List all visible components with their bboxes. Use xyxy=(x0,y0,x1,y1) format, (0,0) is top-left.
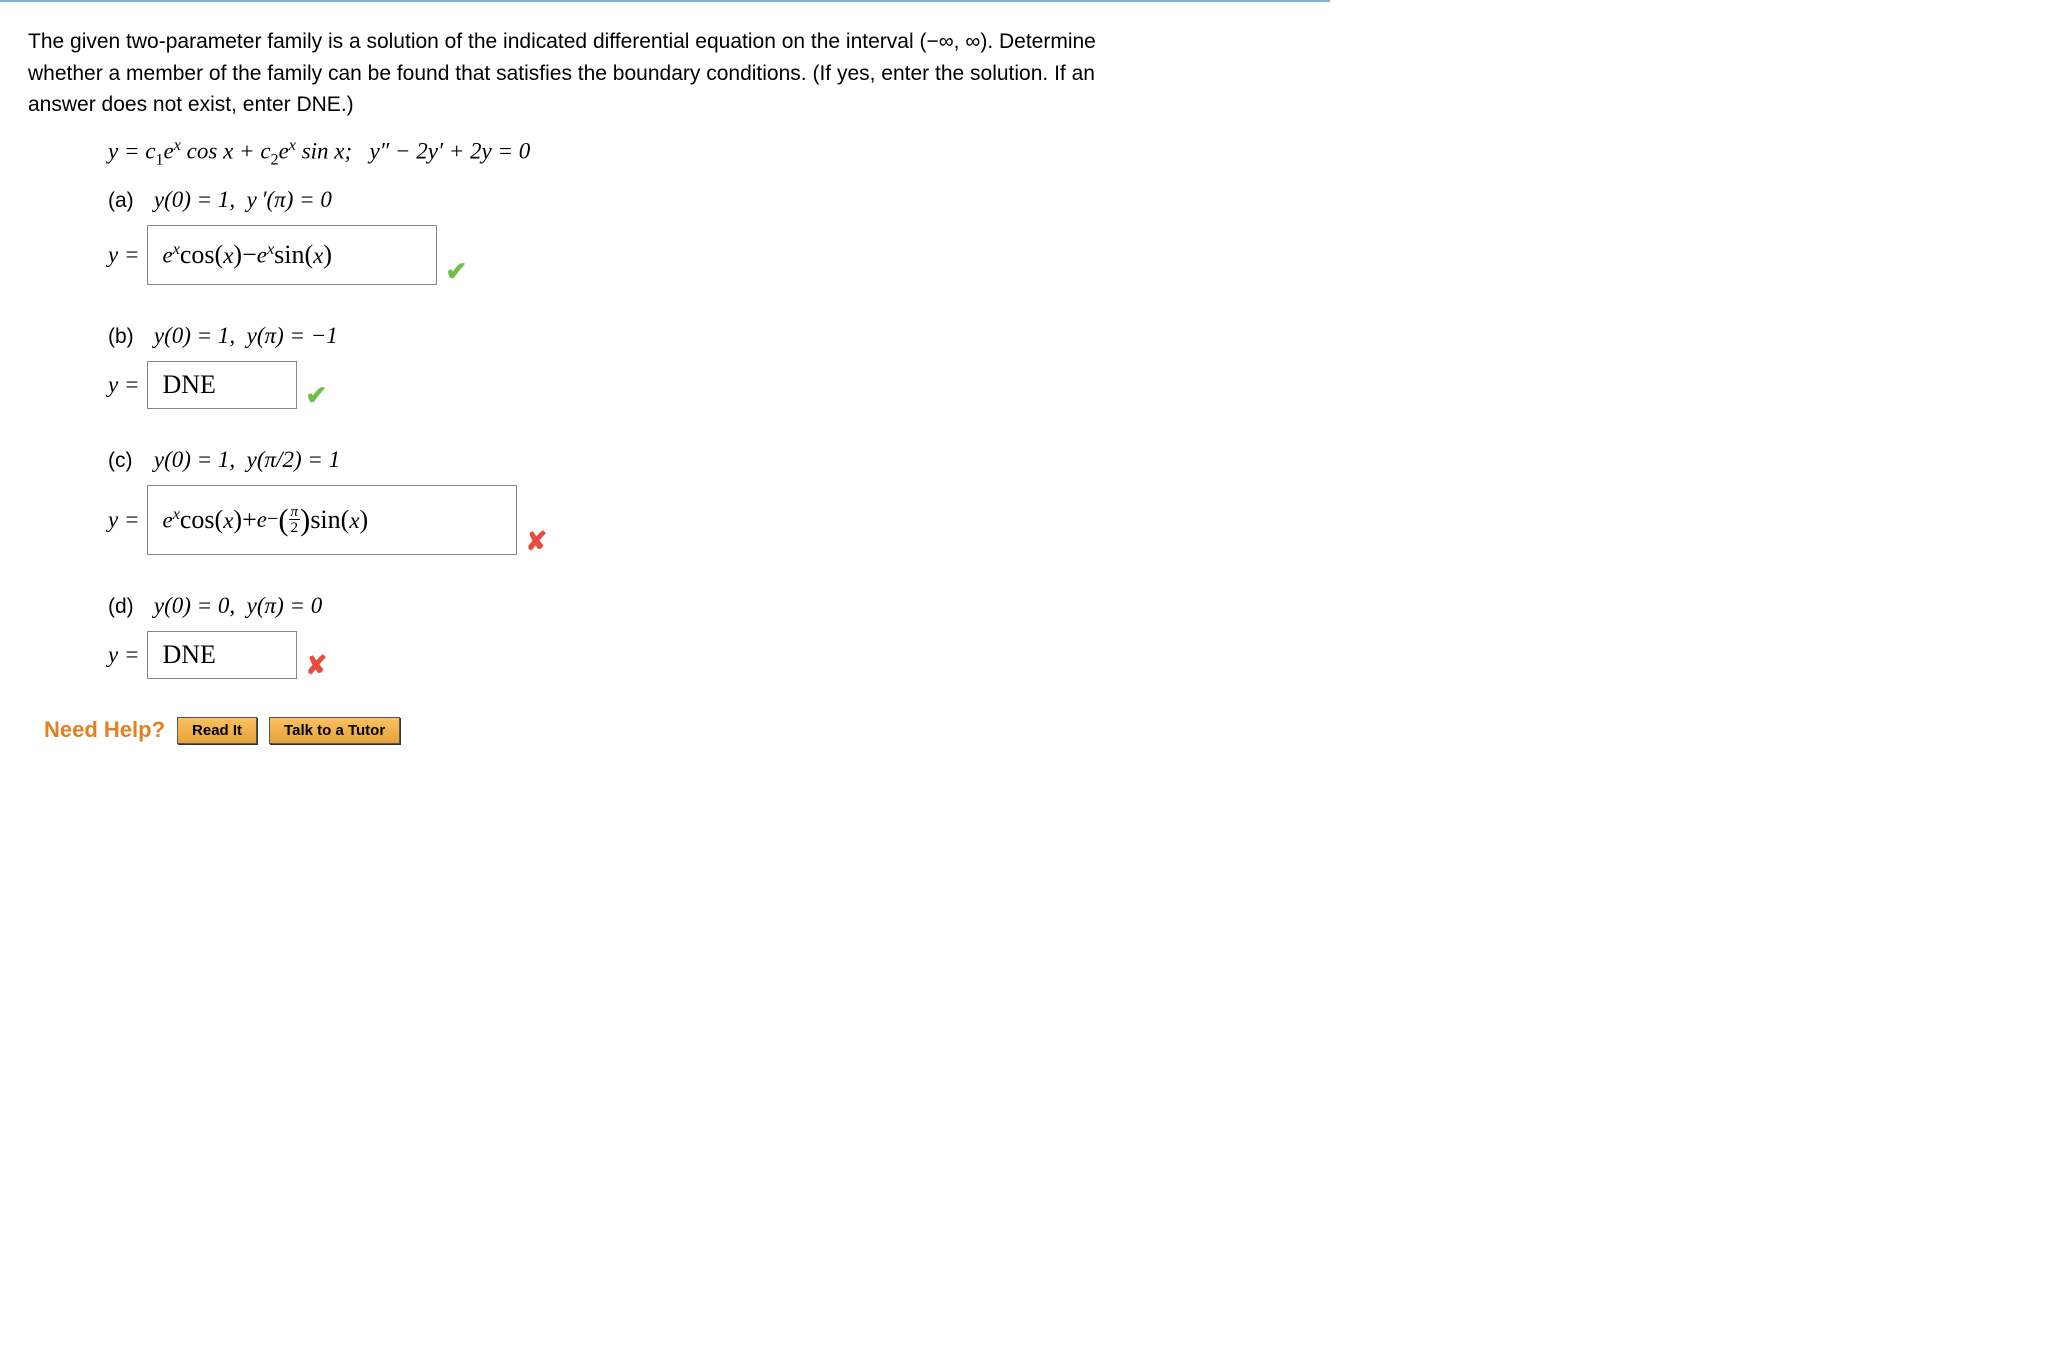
y-equals-a: y = xyxy=(108,242,139,268)
problem-container: The given two-parameter family is a solu… xyxy=(0,0,1330,768)
need-help-bar: Need Help? Read It Talk to a Tutor xyxy=(44,717,1302,744)
part-b: (b) y(0) = 1, y(π) = −1 y = DNE ✔ xyxy=(108,323,1302,409)
y-equals-c: y = xyxy=(108,507,139,533)
part-b-label: (b) xyxy=(108,325,148,349)
part-c: (c) y(0) = 1, y(π/2) = 1 y = excos(x) + … xyxy=(108,447,1302,555)
part-d-answer-line: y = DNE ✘ xyxy=(108,631,1302,679)
answer-input-c[interactable]: excos(x) + e−(π2)sin(x) xyxy=(147,485,517,555)
part-c-label: (c) xyxy=(108,449,148,473)
part-b-answer-line: y = DNE ✔ xyxy=(108,361,1302,409)
part-c-answer-line: y = excos(x) + e−(π2)sin(x) ✘ xyxy=(108,485,1302,555)
problem-text-line-2: whether a member of the family can be fo… xyxy=(28,62,1095,85)
part-a-conditions: y(0) = 1, y ′(π) = 0 xyxy=(154,187,332,212)
answer-input-b[interactable]: DNE xyxy=(147,361,297,409)
talk-to-tutor-button[interactable]: Talk to a Tutor xyxy=(269,717,400,744)
y-equals-d: y = xyxy=(108,642,139,668)
problem-statement: The given two-parameter family is a solu… xyxy=(28,26,1302,121)
part-a-answer-line: y = excos(x) − exsin(x) ✔ xyxy=(108,225,1302,285)
part-a-label: (a) xyxy=(108,189,148,213)
part-c-conditions: y(0) = 1, y(π/2) = 1 xyxy=(154,447,340,472)
answer-input-d[interactable]: DNE xyxy=(147,631,297,679)
problem-text-line-3: answer does not exist, enter DNE.) xyxy=(28,93,354,116)
part-d-conditions: y(0) = 0, y(π) = 0 xyxy=(154,593,322,618)
y-equals-b: y = xyxy=(108,372,139,398)
part-a: (a) y(0) = 1, y ′(π) = 0 y = excos(x) − … xyxy=(108,187,1302,285)
check-icon: ✔ xyxy=(305,380,327,411)
check-icon: ✔ xyxy=(445,256,467,287)
part-b-conditions: y(0) = 1, y(π) = −1 xyxy=(154,323,338,348)
part-d: (d) y(0) = 0, y(π) = 0 y = DNE ✘ xyxy=(108,593,1302,679)
problem-text-line-1: The given two-parameter family is a solu… xyxy=(28,30,1096,53)
part-d-label: (d) xyxy=(108,595,148,619)
family-equation: y = c1ex cos x + c2ex sin x; y″ − 2y′ + … xyxy=(108,137,1302,169)
read-it-button[interactable]: Read It xyxy=(177,717,257,744)
cross-icon: ✘ xyxy=(525,526,547,557)
cross-icon: ✘ xyxy=(305,650,327,681)
need-help-label: Need Help? xyxy=(44,717,165,743)
answer-input-a[interactable]: excos(x) − exsin(x) xyxy=(147,225,437,285)
